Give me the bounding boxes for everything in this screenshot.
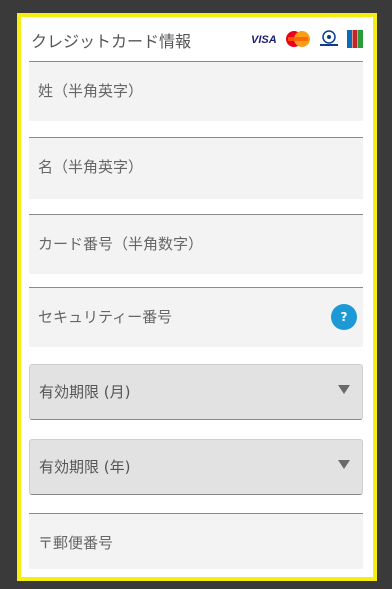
chevron-down-icon [338,460,350,469]
svg-text:VISA: VISA [251,34,277,46]
postal-code-placeholder: 〒郵便番号 [38,534,114,552]
card-number-input[interactable]: カード番号（半角数字） [29,214,363,274]
last-name-placeholder: 姓（半角英字） [38,82,144,100]
credit-card-header: クレジットカード情報 VISA [31,24,363,54]
visa-logo: VISA [251,34,277,46]
chevron-down-icon [338,385,350,394]
card-number-placeholder: カード番号（半角数字） [38,235,204,253]
jcb-logo [347,30,363,48]
first-name-input[interactable]: 名（半角英字） [29,137,363,199]
expiry-month-label: 有効期限 (月) [39,383,131,401]
postal-code-input[interactable]: 〒郵便番号 [29,513,363,569]
expiry-year-label: 有効期限 (年) [39,458,131,476]
first-name-placeholder: 名（半角英字） [38,158,144,176]
card-brand-logos: VISA [251,28,363,50]
form-title: クレジットカード情報 [31,32,192,51]
mastercard-logo [286,31,310,47]
expiry-month-select[interactable]: 有効期限 (月) [29,364,363,420]
security-code-input[interactable]: セキュリティー番号 ? [29,287,363,347]
security-code-placeholder: セキュリティー番号 [38,308,173,326]
expiry-year-select[interactable]: 有効期限 (年) [29,439,363,495]
diners-club-logo [320,30,338,46]
credit-card-form-frame: クレジットカード情報 VISA 姓（半角英字） 名（半角英字） カード番号（半角… [17,13,377,581]
last-name-input[interactable]: 姓（半角英字） [29,61,363,121]
help-icon[interactable]: ? [331,304,357,330]
